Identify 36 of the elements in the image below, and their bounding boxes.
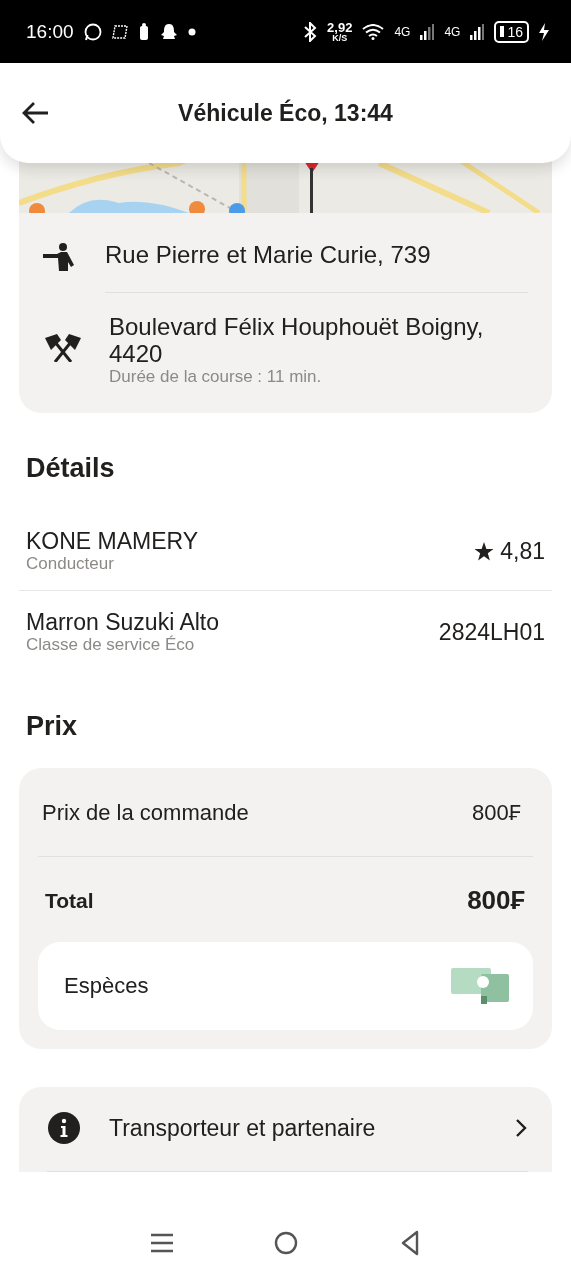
banknotes-icon bbox=[451, 968, 509, 1004]
network-type: 4G bbox=[444, 24, 461, 39]
charging-icon bbox=[539, 22, 549, 41]
price-value: 800₣ bbox=[467, 885, 525, 916]
trip-duration: Durée de la course : 11 min. bbox=[109, 367, 323, 387]
address-text: Rue Pierre et Marie Curie, 739 bbox=[105, 241, 432, 268]
price-label: Total bbox=[45, 888, 94, 913]
chevron-right-icon bbox=[514, 1118, 528, 1138]
network-type: 4G bbox=[394, 24, 411, 39]
battery-indicator: 16 bbox=[494, 20, 529, 43]
signal-icon bbox=[470, 23, 485, 40]
address-text: Boulevard Félix Houphouët Boigny, 4420 bbox=[109, 313, 485, 367]
chat-icon bbox=[83, 22, 102, 41]
rating-value: 4,81 bbox=[500, 537, 545, 565]
detail-secondary: Classe de service Éco bbox=[26, 635, 196, 655]
arrow-left-icon bbox=[22, 101, 50, 125]
section-title: Détails bbox=[25, 452, 116, 485]
detail-primary: Marron Suzuki Alto bbox=[26, 609, 221, 635]
info-icon bbox=[47, 1111, 81, 1145]
status-time: 16:00 bbox=[26, 20, 74, 43]
star-icon bbox=[474, 541, 495, 561]
price-value: 800₣ bbox=[472, 800, 521, 826]
ghost-icon bbox=[159, 22, 178, 41]
crossed-flags-icon bbox=[43, 332, 83, 362]
payment-method-button[interactable]: Espèces bbox=[38, 942, 533, 1030]
network-speed: 2,92 bbox=[327, 20, 353, 34]
speed-unit: K/S bbox=[332, 33, 348, 43]
wifi-icon bbox=[362, 23, 385, 40]
signal-icon bbox=[420, 23, 435, 40]
plate-number: 2824LH01 bbox=[438, 618, 545, 646]
bluetooth-icon bbox=[303, 21, 318, 42]
detail-secondary: Conducteur bbox=[26, 554, 115, 574]
detail-primary: KONE MAMERY bbox=[26, 528, 200, 554]
price-label: Prix de la commande bbox=[42, 800, 249, 826]
section-title: Prix bbox=[25, 710, 79, 743]
page-title: Véhicule Éco, 13:44 bbox=[177, 99, 394, 127]
